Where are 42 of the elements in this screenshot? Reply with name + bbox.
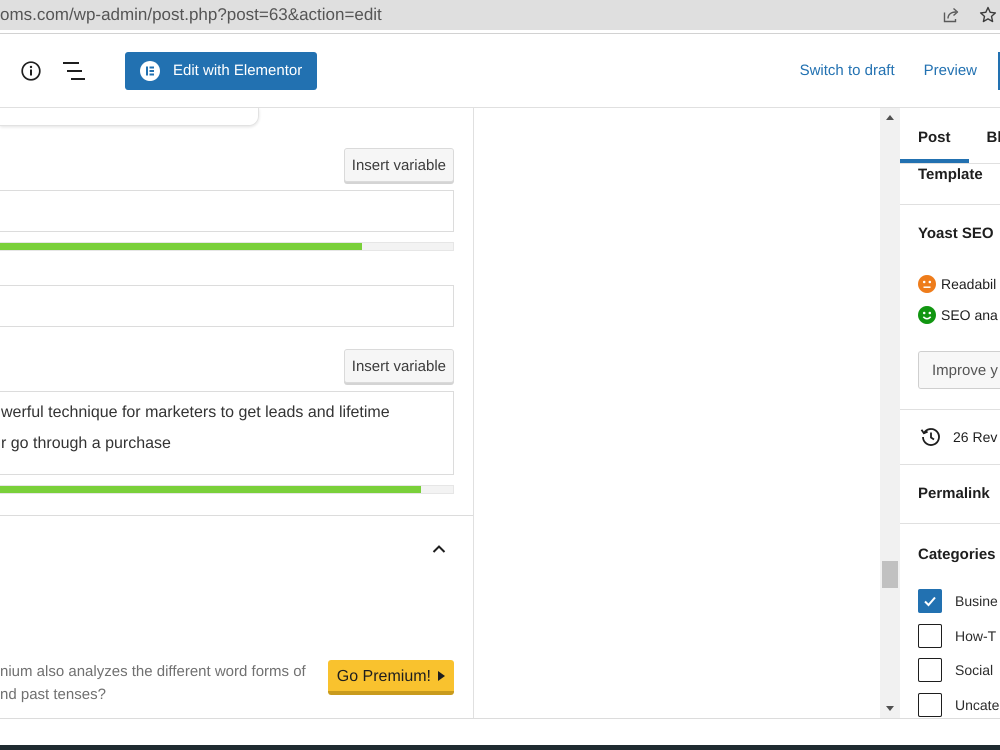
- url-text: oms.com/wp-admin/post.php?post=63&action=edit: [0, 5, 383, 25]
- history-icon: [920, 426, 942, 448]
- category-label: How-T: [955, 628, 996, 644]
- insert-variable-button[interactable]: Insert variable: [344, 349, 454, 383]
- tab[interactable]: Bl: [968, 108, 1000, 163]
- category-label: Social: [955, 662, 994, 678]
- improve-button[interactable]: Improve y: [918, 351, 1000, 389]
- edit-with-elementor-button[interactable]: Edit with Elementor: [125, 52, 318, 90]
- text-area-field[interactable]: werful technique for marketers to get leads and lifetime r go through a purchase: [0, 391, 454, 475]
- panel-title[interactable]: Template: [918, 165, 983, 185]
- header-link[interactable]: Switch to draft: [800, 62, 895, 79]
- panel-title[interactable]: Yoast SEO: [918, 224, 994, 244]
- scrollbar[interactable]: [880, 108, 900, 718]
- text-field[interactable]: [0, 190, 454, 232]
- premium-note: nium also analyzes the different word forms of nd past tenses?: [0, 662, 306, 705]
- address-bar[interactable]: oms.com/wp-admin/post.php?post=63&action=edit: [0, 0, 1000, 30]
- revisions-link[interactable]: 26 Rev: [953, 429, 998, 445]
- checkbox[interactable]: [918, 589, 942, 613]
- caret-icon: [438, 670, 445, 680]
- list-icon[interactable]: [63, 62, 85, 80]
- insert-variable-button[interactable]: Insert variable: [344, 148, 454, 182]
- panel-title[interactable]: Categories: [918, 545, 996, 565]
- info-icon[interactable]: [21, 60, 41, 80]
- scrollbar-thumb[interactable]: [882, 561, 898, 588]
- tab[interactable]: Post: [900, 108, 969, 163]
- share-icon[interactable]: [942, 6, 960, 24]
- score-label[interactable]: Readabil: [941, 276, 996, 292]
- checkbox[interactable]: [918, 692, 942, 716]
- checkbox[interactable]: [918, 658, 942, 682]
- chevron-up-icon[interactable]: [432, 544, 446, 553]
- arrow-down-icon[interactable]: [886, 706, 894, 711]
- category-label: Busine: [955, 593, 998, 609]
- text-field[interactable]: [0, 285, 454, 327]
- go-premium-button[interactable]: Go Premium!: [328, 660, 454, 695]
- score-label[interactable]: SEO ana: [941, 307, 998, 323]
- checkbox[interactable]: [918, 624, 942, 648]
- logo-icon: [140, 60, 160, 80]
- category-label: Uncate: [955, 696, 1000, 712]
- arrow-up-icon[interactable]: [886, 115, 894, 120]
- panel-title[interactable]: Permalink: [918, 484, 990, 504]
- header-link[interactable]: Preview: [924, 62, 977, 79]
- star-icon[interactable]: [979, 6, 997, 24]
